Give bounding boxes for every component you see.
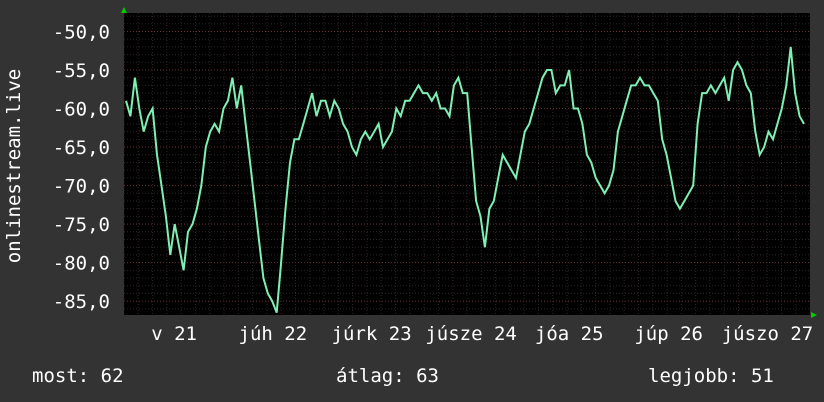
y-tick-label: -50,0 [53,21,110,43]
y-tick-label: -60,0 [53,99,110,121]
x-tick-label: júszo 27 [722,323,814,345]
x-tick-label: v 21 [151,323,197,345]
y-axis-arrow-icon [121,7,127,13]
x-tick-label: júrk 23 [332,323,412,345]
y-tick-label: -75,0 [53,214,110,236]
x-axis: v 21 júh 22 júrk 23 júsze 24 jóa 25 júp 26 jús… [151,323,813,345]
x-tick-label: júsze 24 [425,323,517,345]
y-tick-label: -55,0 [53,60,110,82]
x-tick-label: júh 22 [239,323,308,345]
y-axis: -50,0 -55,0 -60,0 -65,0 -70,0 -75,0 -80,0 -85,0 [53,21,110,313]
y-axis-label: onlinestream.live [3,69,25,263]
stat-current: most: 62 [32,365,124,387]
chart: -50,0 -55,0 -60,0 -65,0 -70,0 -75,0 -80,0 -85,0… [3,7,817,387]
y-tick-label: -80,0 [53,253,110,275]
y-tick-label: -70,0 [53,176,110,198]
x-axis-arrow-icon [811,312,817,318]
stat-average: átlag: 63 [336,365,439,387]
x-tick-label: júp 26 [634,323,703,345]
x-tick-label: jóa 25 [535,323,604,345]
y-tick-label: -65,0 [53,137,110,159]
stat-best: legjobb: 51 [648,365,774,387]
y-tick-label: -85,0 [53,291,110,313]
